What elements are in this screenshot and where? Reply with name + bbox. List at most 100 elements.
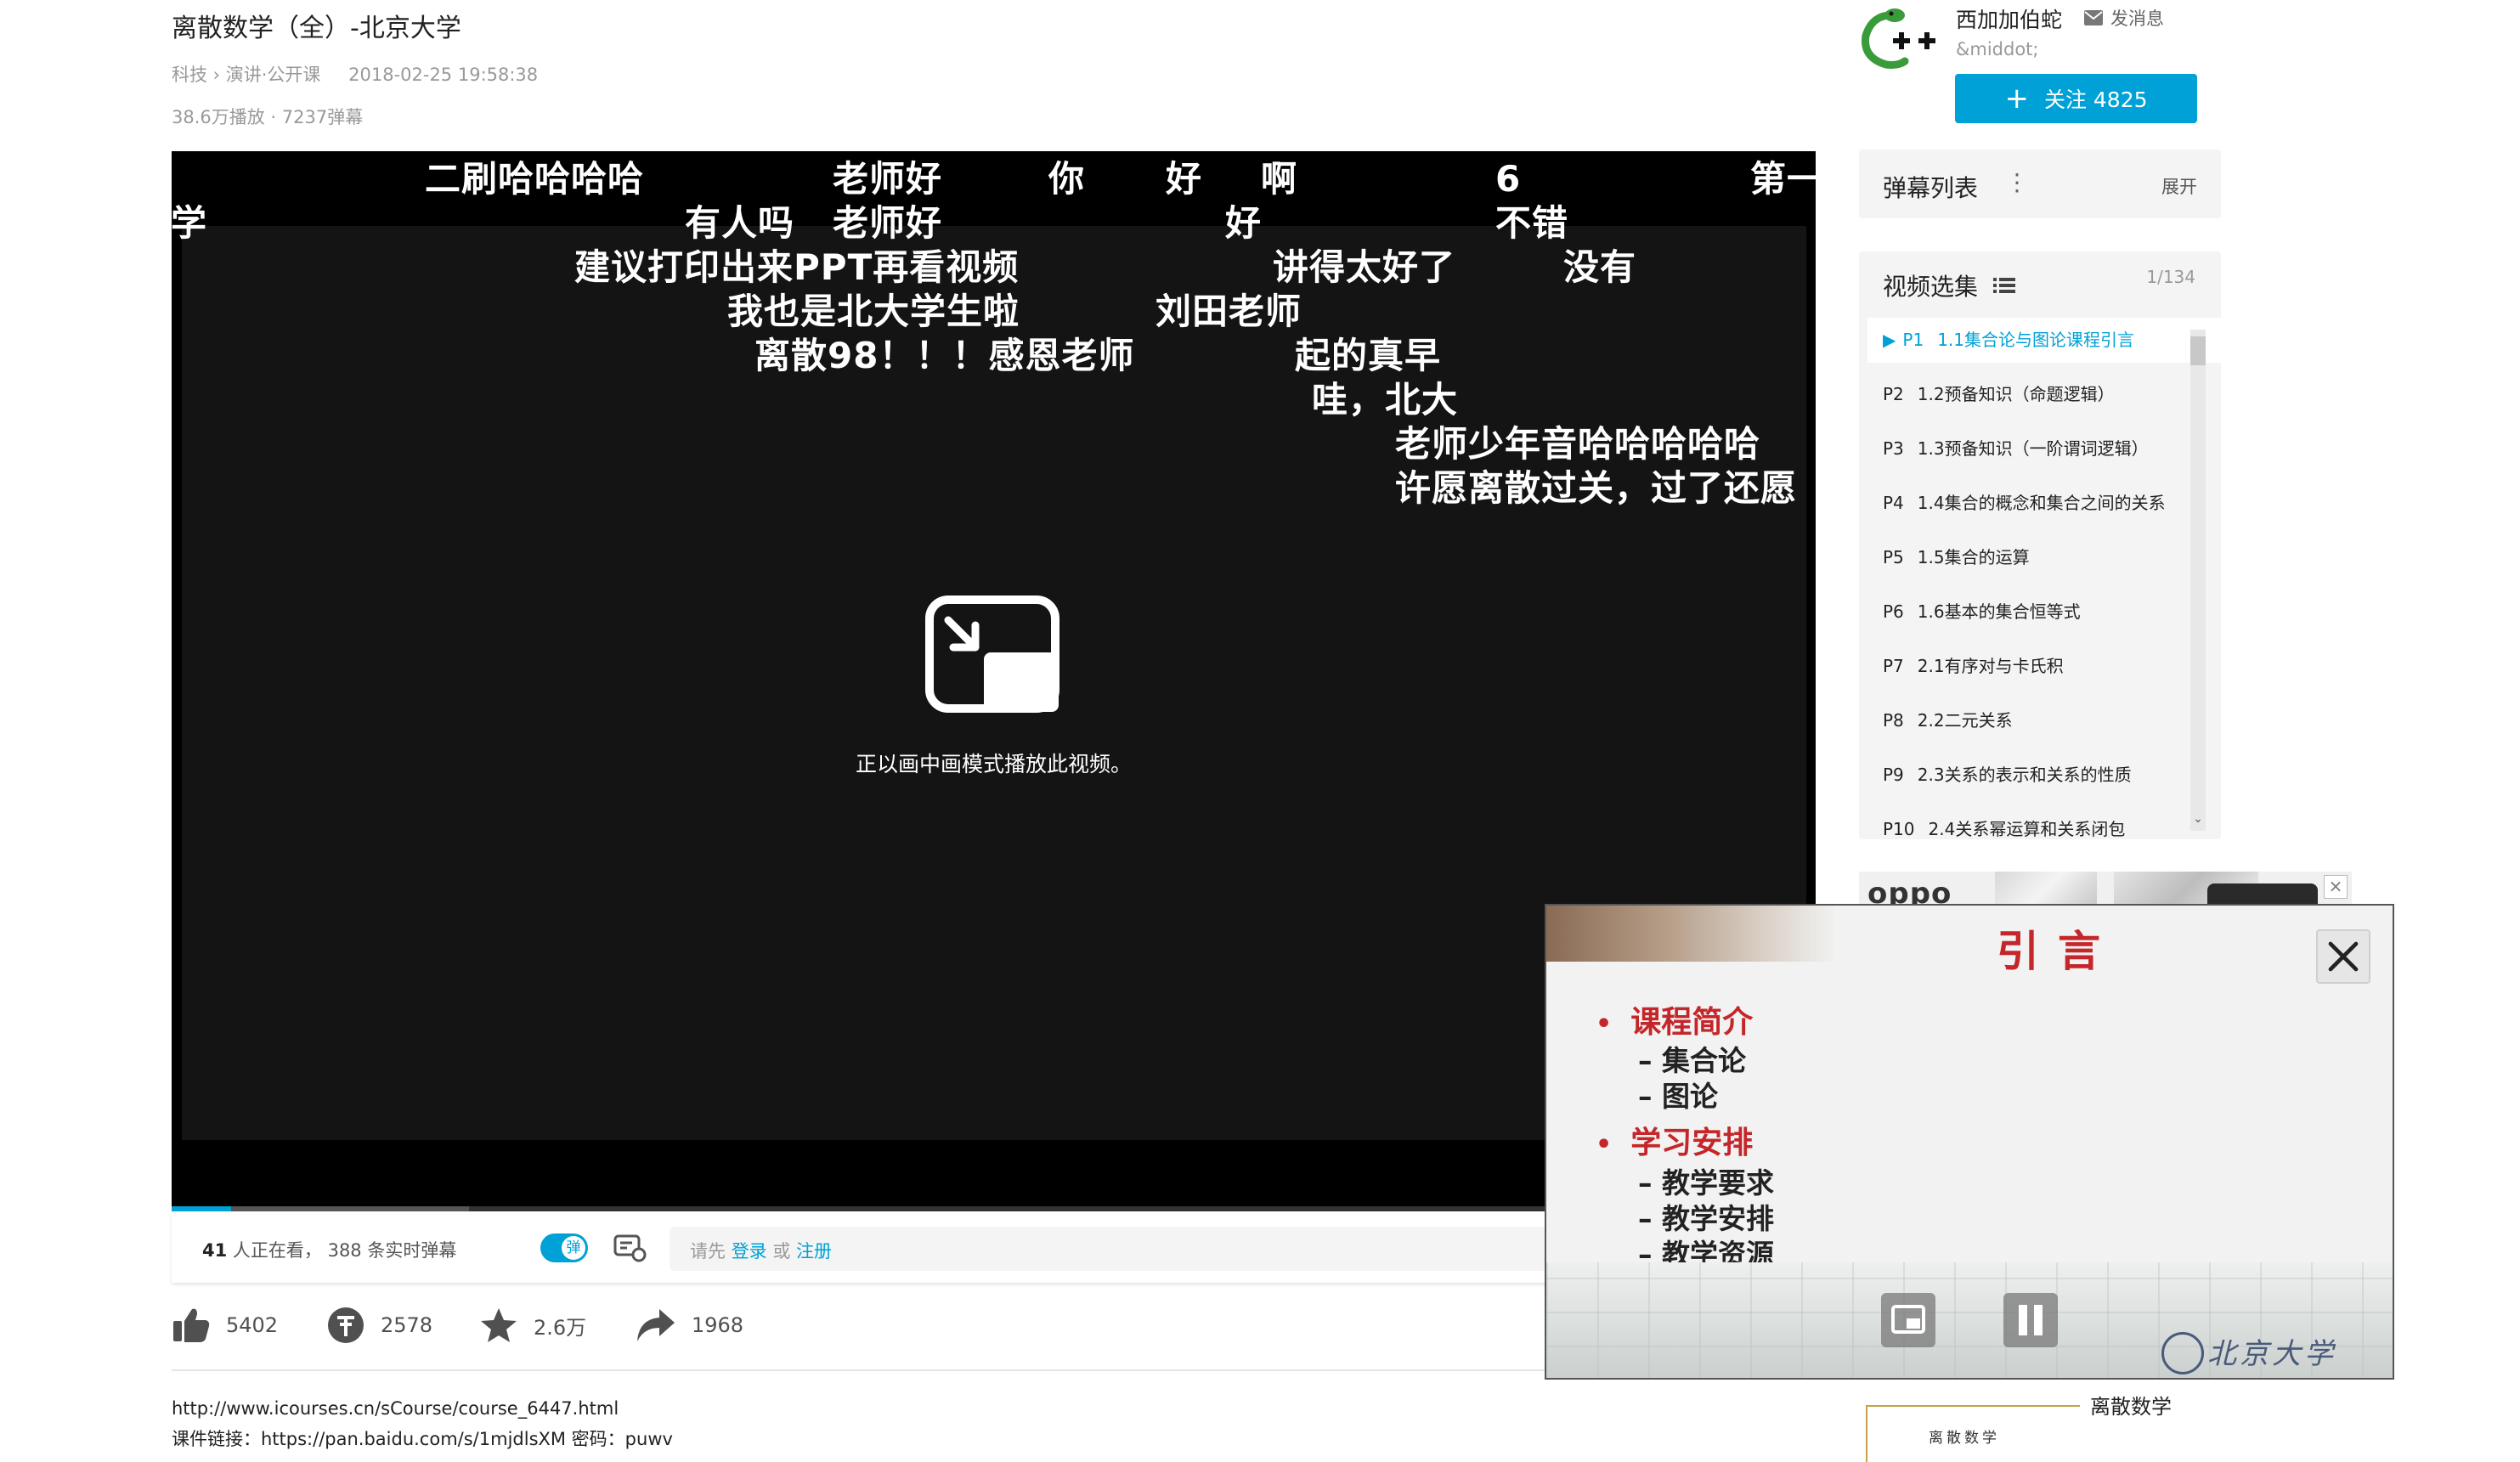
episode-item[interactable]: P10 2.4关系幂运算和关系闭包 [1867, 807, 2221, 839]
video-stats: 38.6万播放 · 7237弹幕 [172, 107, 364, 127]
slide-bullet: • 课程简介 [1596, 1005, 1754, 1040]
pip-window[interactable]: 引言 • 课程简介 – 集合论 – 图论 • 学习安排 – 教学要求 – 教学安排 … [1545, 904, 2394, 1380]
danmaku-toggle-knob: 弹 [562, 1236, 585, 1260]
university-seal-icon [2161, 1332, 2204, 1375]
star-icon [481, 1308, 517, 1342]
danmaku-item: 好 [1166, 158, 1203, 200]
danmaku-toggle[interactable]: 弹 [540, 1233, 588, 1262]
pause-icon [2019, 1305, 2043, 1335]
favorite-button[interactable]: 2.6万 [479, 1307, 586, 1344]
danmaku-item: 离散98！！！感恩老师 [754, 335, 1135, 376]
follow-button[interactable]: + 关注 4825 [1955, 74, 2197, 123]
video-title: 离散数学（全）-北京大学 [172, 14, 461, 43]
danmaku-settings-icon[interactable] [613, 1233, 647, 1262]
episode-item[interactable]: P5 1.5集合的运算 [1867, 535, 2221, 580]
episode-list-panel: 视频选集 1/134 ▶ P1 1.1集合论与图论课程引言 P2 1.2预备知识（命题… [1859, 251, 2221, 839]
danmaku-item: 不错 [1495, 202, 1569, 244]
danmaku-list-expand[interactable]: 展开 [2161, 173, 2197, 199]
danmaku-item: 老师好 [833, 202, 943, 244]
danmaku-item: 好 [1225, 202, 1263, 244]
danmaku-item: 二刷哈哈哈哈 [425, 158, 645, 200]
pause-button[interactable] [2003, 1293, 2058, 1347]
login-link[interactable]: 登录 [732, 1241, 767, 1262]
video-meta: 科技 › 演讲·公开课 2018-02-25 19:58:38 [172, 61, 538, 87]
register-link[interactable]: 注册 [796, 1241, 832, 1262]
danmaku-item: 讲得太好了 [1273, 246, 1456, 288]
recommend-title[interactable]: 离散数学 [2090, 1390, 2172, 1420]
share-count: 1968 [692, 1313, 744, 1337]
episode-item[interactable]: P4 1.4集合的概念和集合之间的关系 [1867, 481, 2221, 526]
coin-button[interactable]: 2578 [326, 1307, 432, 1344]
slide-header-photo [1546, 906, 1835, 962]
like-count: 5402 [226, 1313, 279, 1337]
ad-banner[interactable]: oppo [1859, 872, 2352, 906]
like-button[interactable]: 5402 [172, 1307, 278, 1344]
danmaku-item: 许愿离散过关，过了还愿 [1395, 467, 1798, 509]
danmaku-item: 哇，北大 [1312, 379, 1459, 421]
episode-item[interactable]: P8 2.2二元关系 [1867, 698, 2221, 743]
slide-subitem: – 教学要求 [1638, 1166, 1774, 1200]
pip-message: 正以画中画模式播放此视频。 [855, 752, 1132, 776]
more-options-icon[interactable]: ⋮ [2005, 168, 2029, 196]
danmaku-item: 老师好 [833, 158, 943, 200]
follow-label: 关注 4825 [2043, 87, 2148, 112]
share-icon [637, 1309, 675, 1341]
recommend-thumbnail[interactable]: 离散数学 [1866, 1405, 2080, 1462]
danmaku-item: 有人吗 [685, 202, 795, 244]
episode-item-active[interactable]: ▶ P1 1.1集合论与图论课程引言 [1867, 318, 2221, 363]
episode-scrollbar[interactable]: ⌄ [2190, 330, 2206, 831]
danmaku-item: 我也是北大学生啦 [727, 291, 1020, 332]
danmaku-item: 没有 [1563, 246, 1637, 288]
episode-list-header: 视频选集 [1883, 268, 2016, 302]
uploader-signature: &middot; [1956, 39, 2039, 59]
episode-count: 1/134 [2146, 267, 2195, 287]
danmaku-item: 第一 [1750, 158, 1816, 200]
chevron-down-icon[interactable]: ⌄ [2190, 812, 2206, 826]
danmaku-item: 6 [1495, 158, 1522, 200]
scrollbar-thumb[interactable] [2190, 336, 2206, 365]
danmaku-item: 起的真早 [1295, 335, 1442, 376]
danmaku-item: 啊 [1261, 158, 1298, 200]
danmaku-item: 你 [1048, 158, 1086, 200]
send-message-link[interactable]: 发消息 [2083, 5, 2164, 31]
ad-image [1995, 872, 2097, 906]
coin-icon [328, 1307, 364, 1343]
back-to-tab-icon [1891, 1305, 1925, 1334]
ad-brand: oppo [1867, 877, 1952, 906]
share-button[interactable]: 1968 [636, 1307, 743, 1344]
slide-bullet: • 学习安排 [1596, 1126, 1754, 1160]
slide-title: 引言 [1997, 927, 2119, 976]
danmaku-item: 老师少年音哈哈哈哈哈 [1395, 423, 1761, 465]
plus-icon: + [2004, 82, 2029, 116]
divider [172, 1369, 1548, 1371]
category-breadcrumb[interactable]: 科技 › 演讲·公开课 [172, 65, 320, 85]
back-to-tab-button[interactable] [1881, 1293, 1935, 1347]
coin-count: 2578 [381, 1313, 433, 1337]
ad-close-button[interactable]: × [2324, 875, 2348, 899]
slide-subitem: – 集合论 [1638, 1044, 1746, 1077]
episode-item[interactable]: P9 2.3关系的表示和关系的性质 [1867, 753, 2221, 798]
favorite-count: 2.6万 [534, 1315, 587, 1340]
danmaku-item: 刘田老师 [1155, 291, 1302, 332]
danmaku-list-title: 弹幕列表 [1883, 174, 1979, 202]
description-download-link: 课件链接：https://pan.baidu.com/s/1mjdlsXM 密码… [172, 1429, 673, 1449]
play-icon: ▶ [1883, 330, 1896, 350]
episode-item[interactable]: P3 1.3预备知识（一阶谓词逻辑） [1867, 426, 2221, 471]
danmaku-item: 大学 [172, 202, 208, 244]
slide-subitem: – 图论 [1638, 1080, 1718, 1113]
episode-item[interactable]: P2 1.2预备知识（命题逻辑） [1867, 372, 2221, 417]
uploader-avatar[interactable] [1857, 5, 1942, 73]
pip-close-button[interactable] [2316, 929, 2370, 984]
watermark-logo: 北京大学 [2207, 1337, 2336, 1371]
uploader-name[interactable]: 西加加伯蛇 [1956, 3, 2062, 34]
ad-phone-image [2207, 883, 2318, 906]
login-prompt: 请先 登录 或 注册 [690, 1241, 833, 1262]
episode-item[interactable]: P6 1.6基本的集合恒等式 [1867, 590, 2221, 635]
danmaku-list-panel[interactable]: 弹幕列表 ⋮ 展开 [1859, 150, 2221, 218]
slide-subitem: – 教学安排 [1638, 1202, 1774, 1235]
progress-played [172, 1206, 231, 1211]
mail-icon [2084, 10, 2103, 25]
list-icon [1993, 278, 2016, 293]
viewer-count: 41 人正在看， 388 条实时弹幕 [202, 1240, 457, 1261]
episode-item[interactable]: P7 2.1有序对与卡氏积 [1867, 644, 2221, 689]
